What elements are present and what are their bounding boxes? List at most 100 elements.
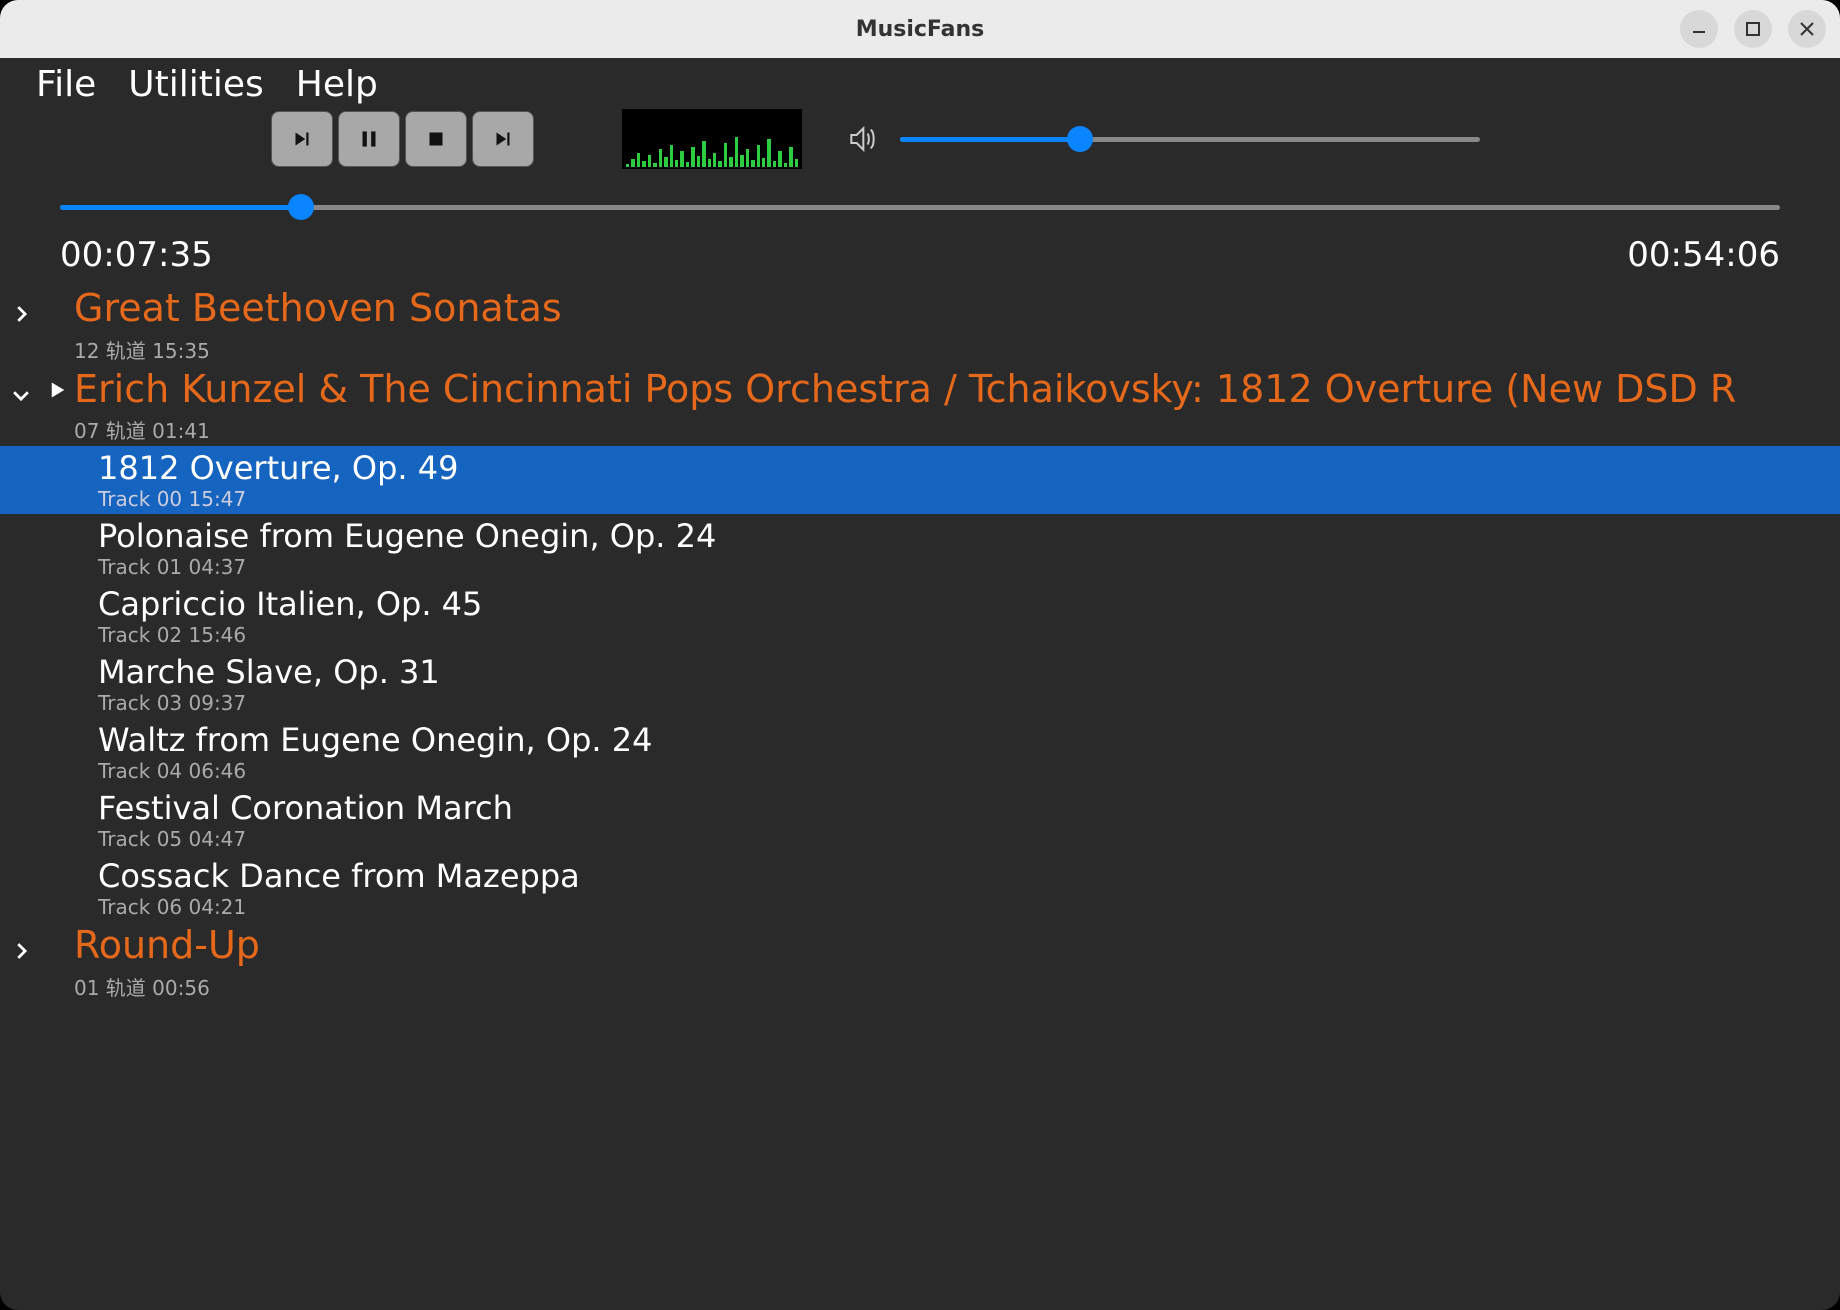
album-title: Erich Kunzel & The Cincinnati Pops Orche… [74,368,1840,412]
transport-controls [271,111,534,167]
visualizer-bar [778,151,781,167]
track-subtitle: Track 03 09:37 [98,691,1840,715]
time-display: 00:07:35 00:54:06 [0,217,1840,285]
track-subtitle: Track 05 04:47 [98,827,1840,851]
next-button[interactable] [472,111,534,167]
track-title: Capriccio Italien, Op. 45 [98,585,1840,623]
track-subtitle: Track 00 15:47 [98,487,1840,511]
volume-control [846,123,1480,155]
window-controls [1680,10,1826,48]
album-subtitle: 07 轨道 01:41 [74,415,1840,444]
track-row[interactable]: Waltz from Eugene Onegin, Op. 24Track 04… [0,718,1840,786]
now-playing-icon [48,380,68,400]
visualizer-bar [626,164,629,167]
track-subtitle: Track 02 15:46 [98,623,1840,647]
visualizer-bar [789,147,792,167]
visualizer-bar [713,153,716,167]
track-subtitle: Track 01 04:37 [98,555,1840,579]
visualizer-bar [784,163,787,167]
total-time: 00:54:06 [1627,235,1780,275]
visualizer-bar [773,161,776,167]
menu-file[interactable]: File [36,64,96,105]
pause-icon [356,126,382,152]
titlebar: MusicFans [0,0,1840,58]
seek-slider[interactable] [60,197,1780,217]
chevron-down-icon [10,384,32,406]
visualizer-bar [735,137,738,167]
album-subtitle: 01 轨道 00:56 [74,972,1840,1001]
pause-button[interactable] [338,111,400,167]
visualizer-bar [659,149,662,167]
minimize-button[interactable] [1680,10,1718,48]
visualizer-bar [751,160,754,167]
stop-icon [423,126,449,152]
track-title: Marche Slave, Op. 31 [98,653,1840,691]
track-title: Festival Coronation March [98,789,1840,827]
visualizer-bar [653,163,656,167]
menu-utilities[interactable]: Utilities [128,64,264,105]
elapsed-time: 00:07:35 [60,235,213,275]
spectrum-visualizer [622,109,802,169]
track-title: Polonaise from Eugene Onegin, Op. 24 [98,517,1840,555]
visualizer-bar [724,143,727,167]
chevron-right-icon [10,940,32,962]
track-row[interactable]: Marche Slave, Op. 31Track 03 09:37 [0,650,1840,718]
track-title: Cossack Dance from Mazeppa [98,857,1840,895]
seek-area [0,169,1840,217]
skip-next-icon [490,126,516,152]
visualizer-bar [708,159,711,167]
volume-slider[interactable] [900,129,1480,149]
close-icon [1798,20,1816,38]
visualizer-bar [795,159,798,167]
chevron-right-icon [10,303,32,325]
visualizer-bar [675,160,678,167]
visualizer-bar [637,153,640,167]
minimize-icon [1690,20,1708,38]
maximize-button[interactable] [1734,10,1772,48]
visualizer-bar [757,145,760,167]
previous-button[interactable] [271,111,333,167]
track-title: 1812 Overture, Op. 49 [98,449,1840,487]
visualizer-bar [686,162,689,167]
album-row[interactable]: Great Beethoven Sonatas 12 轨道 15:35 [0,285,1840,366]
track-title: Waltz from Eugene Onegin, Op. 24 [98,721,1840,759]
expand-toggle[interactable] [10,303,32,325]
visualizer-bar [702,141,705,167]
visualizer-bar [680,151,683,167]
album-title: Great Beethoven Sonatas [74,287,1840,331]
visualizer-bar [767,139,770,167]
app-window: MusicFans File Utilities Help [0,0,1840,1310]
visualizer-bar [691,147,694,167]
visualizer-bar [664,157,667,167]
visualizer-bar [746,149,749,167]
maximize-icon [1744,20,1762,38]
album-row[interactable]: Round-Up 01 轨道 00:56 [0,922,1840,1003]
expand-toggle[interactable] [10,940,32,962]
skip-previous-icon [289,126,315,152]
menu-help[interactable]: Help [296,64,378,105]
volume-icon [846,123,878,155]
visualizer-bar [670,145,673,167]
visualizer-bar [631,159,634,167]
menubar: File Utilities Help [0,58,1840,105]
track-row[interactable]: Festival Coronation MarchTrack 05 04:47 [0,786,1840,854]
track-subtitle: Track 06 04:21 [98,895,1840,919]
album-row[interactable]: Erich Kunzel & The Cincinnati Pops Orche… [0,366,1840,447]
visualizer-bar [740,155,743,167]
track-row[interactable]: Polonaise from Eugene Onegin, Op. 24Trac… [0,514,1840,582]
close-button[interactable] [1788,10,1826,48]
visualizer-bar [718,161,721,167]
track-row[interactable]: Cossack Dance from MazeppaTrack 06 04:21 [0,854,1840,922]
stop-button[interactable] [405,111,467,167]
expand-toggle[interactable] [10,384,32,406]
album-title: Round-Up [74,924,1840,968]
album-subtitle: 12 轨道 15:35 [74,335,1840,364]
visualizer-bar [729,157,732,167]
window-title: MusicFans [856,17,985,42]
library-tree[interactable]: Great Beethoven Sonatas 12 轨道 15:35 Erich … [0,285,1840,1310]
track-subtitle: Track 04 06:46 [98,759,1840,783]
track-row[interactable]: 1812 Overture, Op. 49Track 00 15:47 [0,446,1840,514]
visualizer-bar [648,155,651,167]
track-row[interactable]: Capriccio Italien, Op. 45Track 02 15:46 [0,582,1840,650]
visualizer-bar [697,156,700,167]
